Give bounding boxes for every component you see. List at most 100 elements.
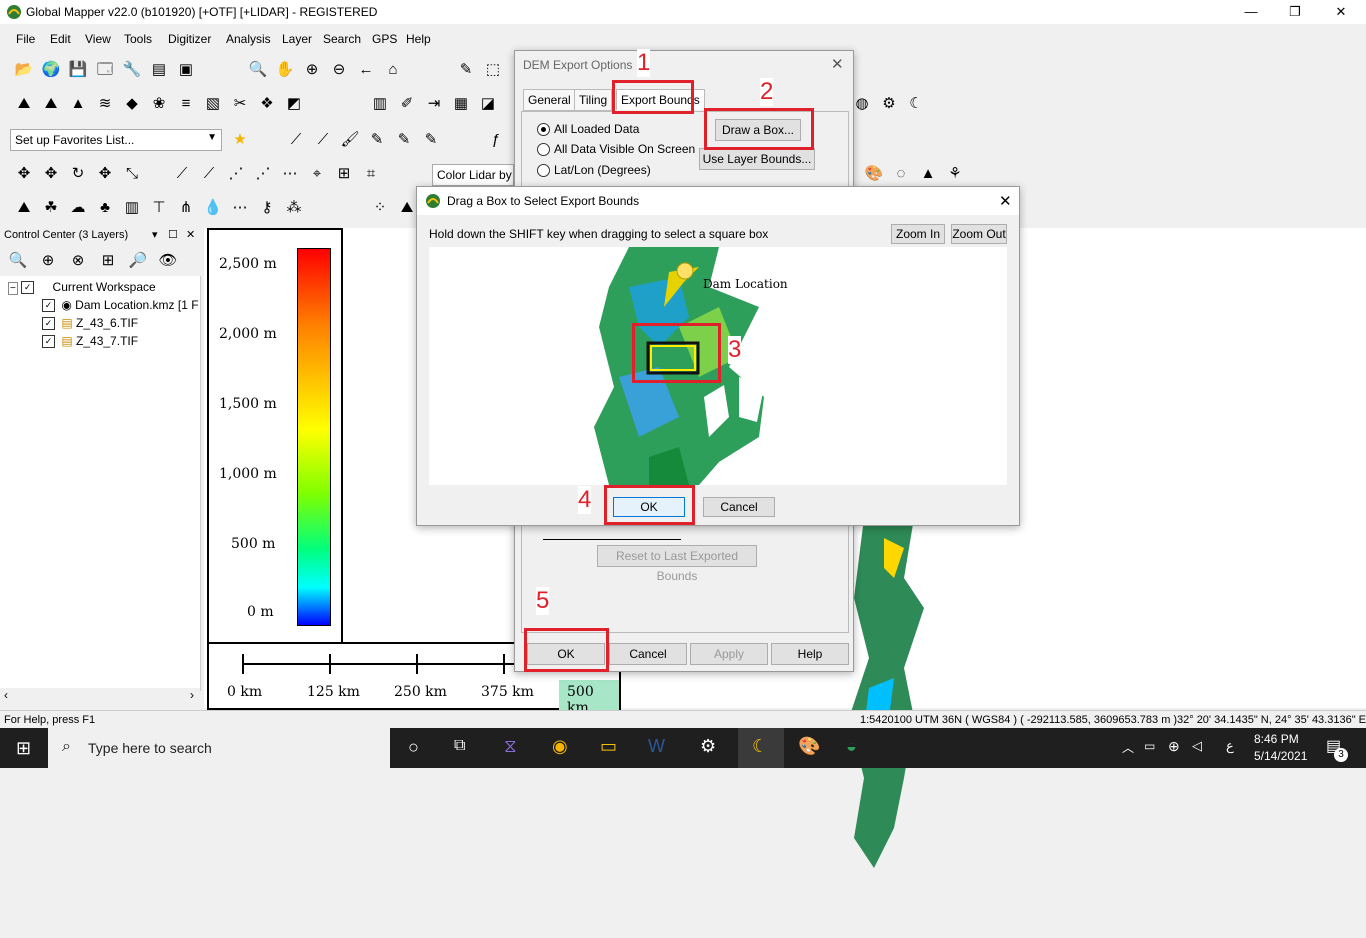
palette2-icon[interactable]: ◌ [889, 162, 913, 186]
moon-icon[interactable]: ☾ [904, 92, 928, 116]
water-icon[interactable]: 💧 [201, 196, 225, 220]
option-all-loaded[interactable]: All Loaded Data [537, 122, 639, 137]
minimize-button[interactable]: — [1228, 0, 1274, 24]
power-icon[interactable]: ⋔ [174, 196, 198, 220]
move-icon[interactable]: ✥ [12, 162, 36, 186]
menu-search[interactable]: Search [323, 32, 361, 46]
use-layer-bounds-button[interactable]: Use Layer Bounds... [699, 148, 815, 170]
window-icon[interactable]: ▥ [368, 92, 392, 116]
chrome-icon[interactable]: ◉ [552, 736, 568, 757]
tray-chevron-icon[interactable]: ︿ [1122, 739, 1134, 756]
terrain-icon[interactable]: ⛰ [12, 92, 36, 116]
mountain-icon[interactable]: ⛰ [12, 196, 36, 220]
checkbox-icon[interactable]: ✓ [42, 335, 55, 349]
pole-icon[interactable]: ⊤ [147, 196, 171, 220]
close-panel-icon[interactable]: ✕ [186, 228, 195, 241]
zoom-box-icon[interactable]: 🔍 [246, 58, 270, 82]
watershed-icon[interactable]: ❀ [147, 92, 171, 116]
pencil-icon[interactable]: ✎ [454, 58, 478, 82]
edit-icon[interactable]: ✎ [365, 128, 389, 152]
volume-icon[interactable]: ◁ [1192, 738, 1202, 754]
dem-apply-button[interactable]: Apply [690, 643, 768, 665]
overview-icon[interactable]: ▣ [174, 58, 198, 82]
tree-icon[interactable]: ⚘ [943, 162, 967, 186]
slope-icon[interactable]: ≡ [174, 92, 198, 116]
shade2-icon[interactable]: ▲ [916, 162, 940, 186]
save-icon[interactable]: 💾 [66, 58, 90, 82]
building-icon[interactable]: ▥ [120, 196, 144, 220]
crop-icon[interactable]: ⌗ [359, 162, 383, 186]
node-icon[interactable]: ⋯ [278, 162, 302, 186]
paint-icon[interactable]: ✐ [395, 92, 419, 116]
tree2-icon[interactable]: ♣ [93, 196, 117, 220]
pin-icon[interactable]: ▾ [152, 228, 158, 241]
back-arrow-icon[interactable]: ← [354, 58, 378, 82]
zoom-out-button[interactable]: Zoom Out [951, 224, 1007, 244]
path-icon[interactable]: ⇥ [422, 92, 446, 116]
menu-gps[interactable]: GPS [372, 32, 397, 46]
favorites-dropdown[interactable]: Set up Favorites List... ▼ [10, 129, 222, 151]
grid-icon[interactable]: ⊞ [332, 162, 356, 186]
vertex-icon[interactable]: ⋰ [224, 162, 248, 186]
eye-icon[interactable]: 👁 [156, 249, 180, 273]
move2-icon[interactable]: ✥ [39, 162, 63, 186]
scroll-left-icon[interactable]: ‹ [4, 688, 8, 702]
cortana-icon[interactable]: ○ [408, 737, 419, 758]
polyline2-icon[interactable]: ⟋ [197, 162, 221, 186]
paint-app-icon[interactable]: 🎨 [798, 736, 820, 757]
grass-icon[interactable]: ☘ [39, 196, 63, 220]
network-icon[interactable]: ⊕ [1168, 738, 1180, 755]
scroll-right-icon[interactable]: › [190, 688, 194, 702]
menu-tools[interactable]: Tools [124, 32, 152, 46]
palette-icon[interactable]: 🎨 [862, 162, 886, 186]
clock-date[interactable]: 5/14/2021 [1254, 749, 1307, 763]
checkbox-icon[interactable]: ✓ [21, 281, 35, 295]
open-folder-icon[interactable]: 📂 [12, 58, 36, 82]
key-icon[interactable]: ⚷ [255, 196, 279, 220]
shade-icon[interactable]: ▲ [66, 92, 90, 116]
checkbox-icon[interactable]: ✓ [42, 317, 55, 331]
cut-icon[interactable]: ✂ [228, 92, 252, 116]
checkbox-icon[interactable]: ✓ [42, 299, 55, 313]
restore-icon[interactable]: ☐ [168, 228, 178, 241]
line-icon[interactable]: ⟋ [311, 128, 335, 152]
3d-view-icon[interactable]: ▦ [449, 92, 473, 116]
tree-item-z43-6[interactable]: ✓ ▤ Z_43_6.TIF [42, 316, 138, 332]
menu-help[interactable]: Help [406, 32, 431, 46]
measure-icon[interactable]: ⟋ [284, 128, 308, 152]
terrain2-icon[interactable]: ⛰ [39, 92, 63, 116]
dem-cancel-button[interactable]: Cancel [609, 643, 687, 665]
language-indicator[interactable]: ع [1226, 738, 1234, 754]
word-icon[interactable]: W [648, 736, 665, 757]
tree-item-dam-location[interactable]: ✓ ◉ Dam Location.kmz [1 F [42, 298, 199, 314]
menu-analysis[interactable]: Analysis [226, 32, 271, 46]
search-layer-icon[interactable]: 🔍 [6, 249, 30, 273]
layer-options-icon[interactable]: ⊞ [96, 249, 120, 273]
bush-icon[interactable]: ☁ [66, 196, 90, 220]
menu-digitizer[interactable]: Digitizer [168, 32, 211, 46]
feature-icon[interactable]: ✎ [392, 128, 416, 152]
marker-icon[interactable]: ✎ [419, 128, 443, 152]
layers-icon[interactable]: ▤ [147, 58, 171, 82]
global-mapper-alt-icon[interactable]: ◒ [846, 736, 857, 757]
option-latlon[interactable]: Lat/Lon (Degrees) [537, 163, 651, 178]
drag-dialog-close-icon[interactable]: ✕ [999, 192, 1012, 210]
add-layer-icon[interactable]: ⊕ [36, 249, 60, 273]
taskbar-search-box[interactable]: ⌕ Type here to search [48, 728, 390, 768]
favorites-star-icon[interactable]: ★ [228, 128, 252, 152]
horizontal-scrollbar[interactable]: ‹ › [0, 688, 200, 704]
zoom-in-icon[interactable]: ⊕ [300, 58, 324, 82]
windows-start-icon[interactable]: ⊞ [16, 738, 31, 759]
settings-icon[interactable]: ⚙ [700, 736, 716, 757]
scale-icon[interactable]: ⤡ [120, 162, 144, 186]
maximize-button[interactable]: ❐ [1272, 0, 1318, 24]
settings-gear-icon[interactable]: ⚙ [877, 92, 901, 116]
zoom-in-button[interactable]: Zoom In [891, 224, 945, 244]
points-icon[interactable]: ⋯ [228, 196, 252, 220]
brush-icon[interactable]: 🖌 [338, 128, 362, 152]
dem-help-button[interactable]: Help [771, 643, 849, 665]
polyline-icon[interactable]: ⟋ [170, 162, 194, 186]
collapse-icon[interactable]: − [8, 282, 18, 295]
battery-icon[interactable]: ▭ [1144, 739, 1155, 753]
visual-studio-icon[interactable]: ⧖ [504, 736, 517, 757]
